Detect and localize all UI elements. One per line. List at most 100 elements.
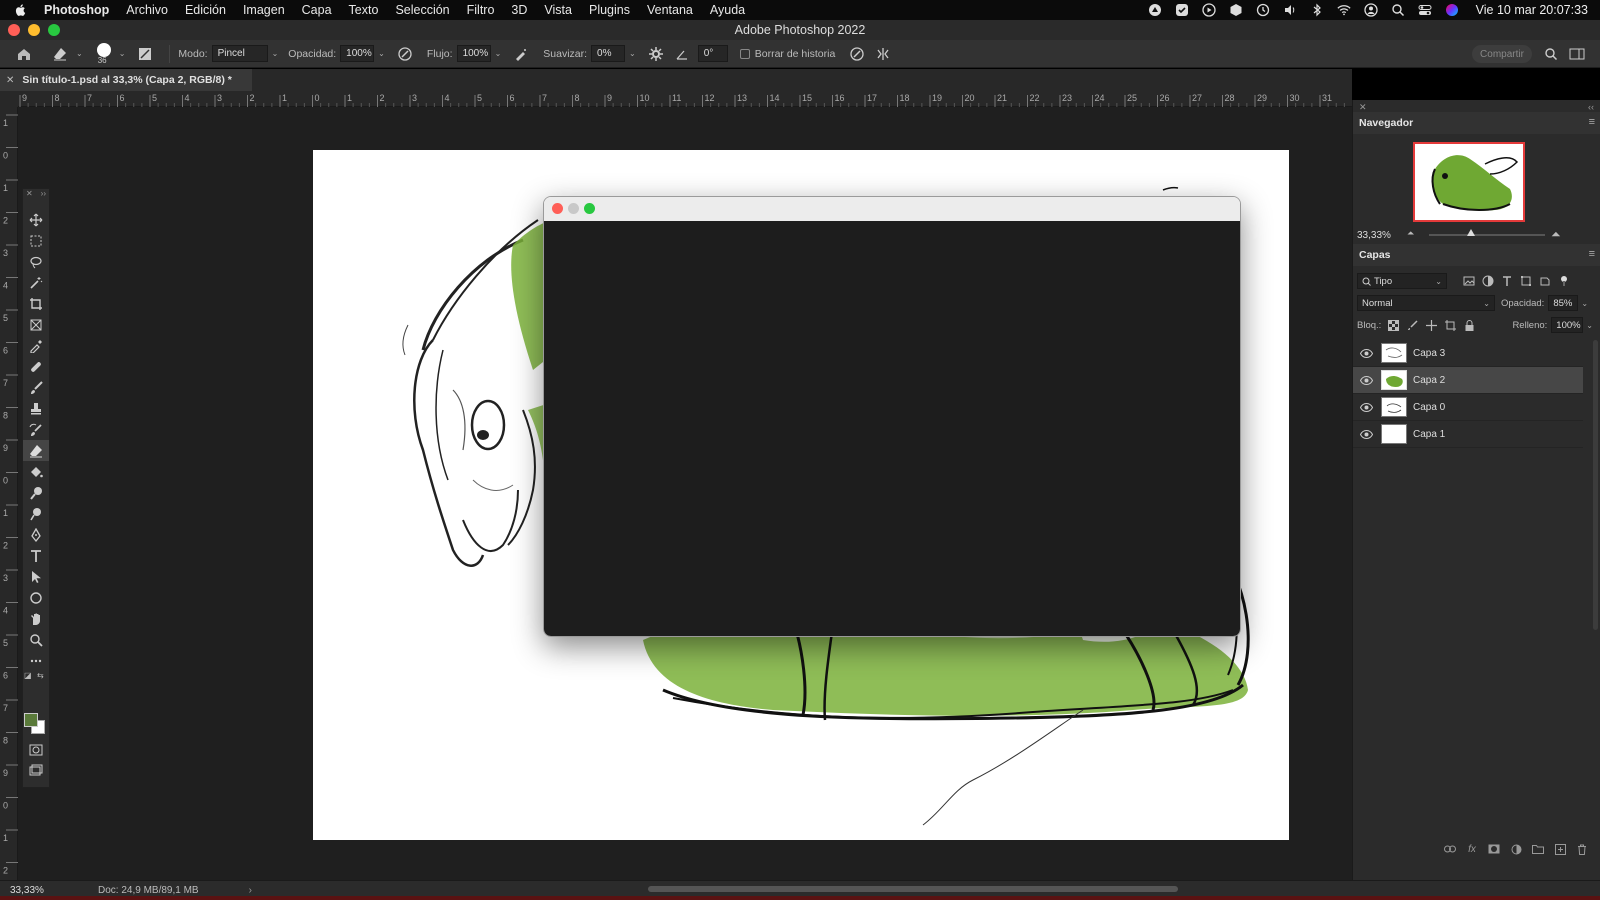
link-layers-icon[interactable] (1443, 842, 1457, 856)
layer-row-capa-1[interactable]: Capa 1 (1353, 421, 1583, 448)
layers-panel-title[interactable]: Capas (1359, 249, 1391, 261)
navigator-panel-menu-icon[interactable]: ≡ (1589, 116, 1595, 128)
zoom-window-button[interactable] (48, 24, 60, 36)
smudge-tool[interactable] (23, 482, 49, 503)
frame-tool[interactable] (23, 314, 49, 335)
lock-all-icon[interactable] (1462, 318, 1476, 332)
creative-cloud-icon[interactable] (1148, 3, 1162, 17)
quick-mask-button[interactable] (23, 739, 49, 760)
marquee-tool[interactable] (23, 230, 49, 251)
healing-brush-tool[interactable] (23, 356, 49, 377)
navigator-zoom-value[interactable]: 33,33% (1357, 230, 1407, 241)
history-brush-tool[interactable] (23, 419, 49, 440)
floating-window-titlebar[interactable] (544, 197, 1240, 221)
brush-angle-icon[interactable] (672, 44, 692, 64)
brush-angle-input[interactable]: 0° (697, 45, 728, 62)
zoom-out-icon[interactable]: ⏶ (1407, 228, 1414, 239)
wifi-icon[interactable] (1337, 3, 1351, 17)
layer-visibility-eye-icon[interactable] (1359, 427, 1373, 441)
play-icon[interactable] (1201, 3, 1216, 17)
path-selection-tool[interactable] (23, 566, 49, 587)
floating-window-content[interactable] (544, 221, 1240, 636)
mode-select[interactable]: Pincel (211, 45, 268, 62)
menu-seleccion[interactable]: Selección (395, 3, 449, 17)
lasso-tool[interactable] (23, 251, 49, 272)
lock-pixels-icon[interactable] (1405, 318, 1419, 332)
opacity-chevron-icon[interactable]: ⌄ (378, 49, 385, 58)
volume-icon[interactable] (1283, 3, 1297, 17)
siri-icon[interactable] (1445, 3, 1459, 17)
filter-adjustment-icon[interactable] (1481, 274, 1495, 288)
airbrush-icon[interactable] (511, 44, 531, 64)
menu-archivo[interactable]: Archivo (126, 3, 168, 17)
smoothing-input[interactable]: 0% (591, 45, 626, 62)
layer-filter-select[interactable]: Tipo ⌄ (1357, 273, 1447, 289)
layer-row-capa-2[interactable]: Capa 2 (1353, 367, 1583, 394)
zoom-tool[interactable] (23, 629, 49, 650)
menu-edicion[interactable]: Edición (185, 3, 226, 17)
eraser-tool-preset-icon[interactable] (50, 44, 70, 64)
spotlight-search-icon[interactable] (1391, 3, 1405, 17)
ruler-origin[interactable] (0, 91, 18, 107)
layer-row-capa-0[interactable]: Capa 0 (1353, 394, 1583, 421)
horizontal-ruler[interactable]: 9 8 7 6 5 4 3 2 1 0 1 2 3 4 5 6 7 8 9 10 11 12 13 14 15 16 17 18 19 2… (18, 91, 1352, 107)
pen-tool[interactable] (23, 524, 49, 545)
lock-transparent-icon[interactable] (1386, 318, 1400, 332)
menubar-clock[interactable]: Vie 10 mar 20:07:33 (1476, 3, 1588, 17)
filter-toggle-icon[interactable] (1557, 274, 1571, 288)
menu-plugins[interactable]: Plugins (589, 3, 630, 17)
cube-icon[interactable] (1229, 3, 1243, 17)
tool-preset-chevron-icon[interactable]: ⌄ (76, 49, 83, 58)
delete-layer-trash-icon[interactable] (1575, 842, 1589, 856)
document-tab[interactable]: ✕ Sin título-1.psd al 33,3% (Capa 2, RGB… (0, 69, 252, 91)
layers-panel-scrollbar[interactable] (1593, 340, 1598, 630)
layer-visibility-eye-icon[interactable] (1359, 400, 1373, 414)
menu-capa[interactable]: Capa (302, 3, 332, 17)
pressure-size-icon[interactable] (847, 44, 867, 64)
bluetooth-icon[interactable] (1310, 3, 1324, 17)
menu-imagen[interactable]: Imagen (243, 3, 285, 17)
blend-mode-select[interactable]: Normal ⌄ (1357, 295, 1495, 311)
floating-blank-window[interactable] (543, 196, 1241, 637)
new-group-folder-icon[interactable] (1531, 842, 1545, 856)
ellipse-tool[interactable] (23, 587, 49, 608)
layer-visibility-eye-icon[interactable] (1359, 346, 1373, 360)
lock-artboard-icon[interactable] (1443, 318, 1457, 332)
clone-stamp-tool[interactable] (23, 398, 49, 419)
tools-panel-header[interactable]: ✕ ›› (23, 189, 49, 201)
smoothing-chevron-icon[interactable]: ⌄ (629, 49, 636, 58)
filter-shape-icon[interactable] (1519, 274, 1533, 288)
close-tools-panel-icon[interactable]: ✕ (26, 189, 33, 201)
layer-opacity-input[interactable]: 85% (1548, 295, 1579, 311)
close-document-tab-icon[interactable]: ✕ (6, 75, 14, 86)
brush-tool[interactable] (23, 377, 49, 398)
default-colors-icon[interactable]: ◪ (24, 671, 32, 680)
flow-chevron-icon[interactable]: ⌄ (495, 49, 502, 58)
time-machine-icon[interactable] (1256, 3, 1270, 17)
zoom-in-icon[interactable]: ⏶ (1551, 227, 1561, 242)
erase-history-checkbox[interactable] (739, 48, 750, 59)
filter-type-icon[interactable] (1500, 274, 1514, 288)
user-account-icon[interactable] (1363, 3, 1378, 17)
eraser-tool[interactable] (23, 440, 49, 461)
status-info-chevron[interactable]: › (249, 885, 252, 896)
menu-ayuda[interactable]: Ayuda (710, 3, 745, 17)
status-zoom-value[interactable]: 33,33% (0, 885, 80, 896)
opacity-input[interactable]: 100% (340, 45, 375, 62)
floating-zoom-button[interactable] (584, 203, 595, 214)
paint-bucket-tool[interactable] (23, 461, 49, 482)
navigator-zoom-slider-track[interactable] (1429, 234, 1545, 236)
expand-tools-panel-icon[interactable]: ›› (41, 189, 46, 201)
dodge-tool[interactable] (23, 503, 49, 524)
apple-icon[interactable] (14, 3, 28, 17)
layers-panel-menu-icon[interactable]: ≡ (1589, 248, 1595, 260)
layer-name[interactable]: Capa 1 (1413, 429, 1445, 440)
crop-tool[interactable] (23, 293, 49, 314)
menu-ventana[interactable]: Ventana (647, 3, 693, 17)
workspace-icon[interactable] (1568, 45, 1586, 63)
control-center-icon[interactable] (1418, 3, 1432, 17)
foreground-color-swatch[interactable] (24, 713, 38, 727)
symmetry-icon[interactable] (873, 44, 893, 64)
magic-wand-tool[interactable] (23, 272, 49, 293)
type-tool[interactable] (23, 545, 49, 566)
